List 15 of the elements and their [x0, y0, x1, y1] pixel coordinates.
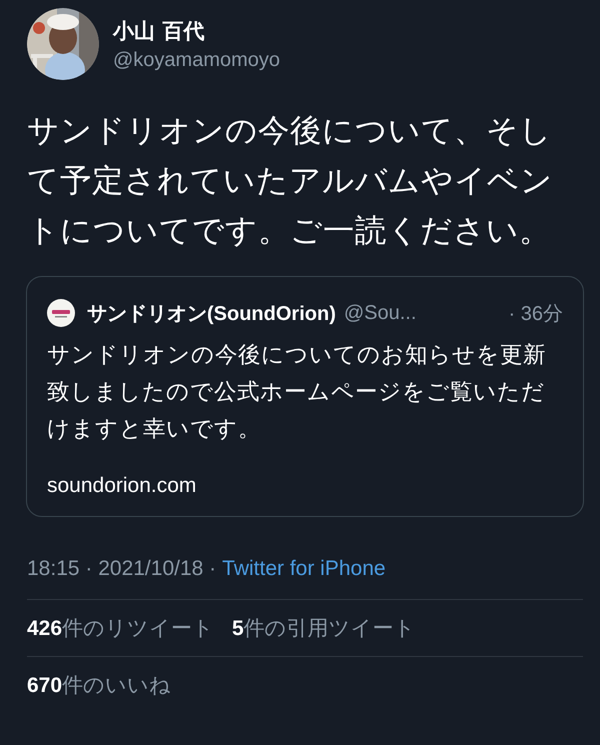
- quoted-author-name: サンドリオン(SoundOrion): [87, 302, 336, 326]
- quoted-text: サンドリオンの今後についてのお知らせを更新致しましたので公式ホームページをご覧いただけますと幸いです。: [47, 341, 547, 444]
- tweet-text: サンドリオンの今後について、そして予定されていたアルバムやイベントについてです。ご一読ください。: [27, 112, 554, 251]
- stat-link[interactable]: 426件のリツイート: [27, 614, 214, 642]
- quoted-tweet-card[interactable]: サンドリオン(SoundOrion) @Sou... · 36分 サンドリオンの今後についてのお知らせを更新致しましたので公式ホームページをご覧いただけますと幸いです。 soundorion.com: [26, 276, 584, 517]
- quoted-link: soundorion.com: [47, 474, 196, 498]
- author-handle[interactable]: @koyamamomoyo: [113, 48, 280, 72]
- quoted-time: · 36分: [508, 302, 563, 326]
- source-link[interactable]: Twitter for iPhone: [222, 557, 386, 581]
- timestamp: 18:15 · 2021/10/18 ·: [27, 557, 216, 581]
- stat-link[interactable]: 5件の引用ツイート: [232, 614, 416, 642]
- logo-icon: [47, 299, 75, 327]
- quoted-author-handle: @Sou...: [344, 302, 416, 324]
- likes-link[interactable]: 670件のいいね: [27, 671, 172, 699]
- author-name[interactable]: 小山 百代: [113, 16, 280, 44]
